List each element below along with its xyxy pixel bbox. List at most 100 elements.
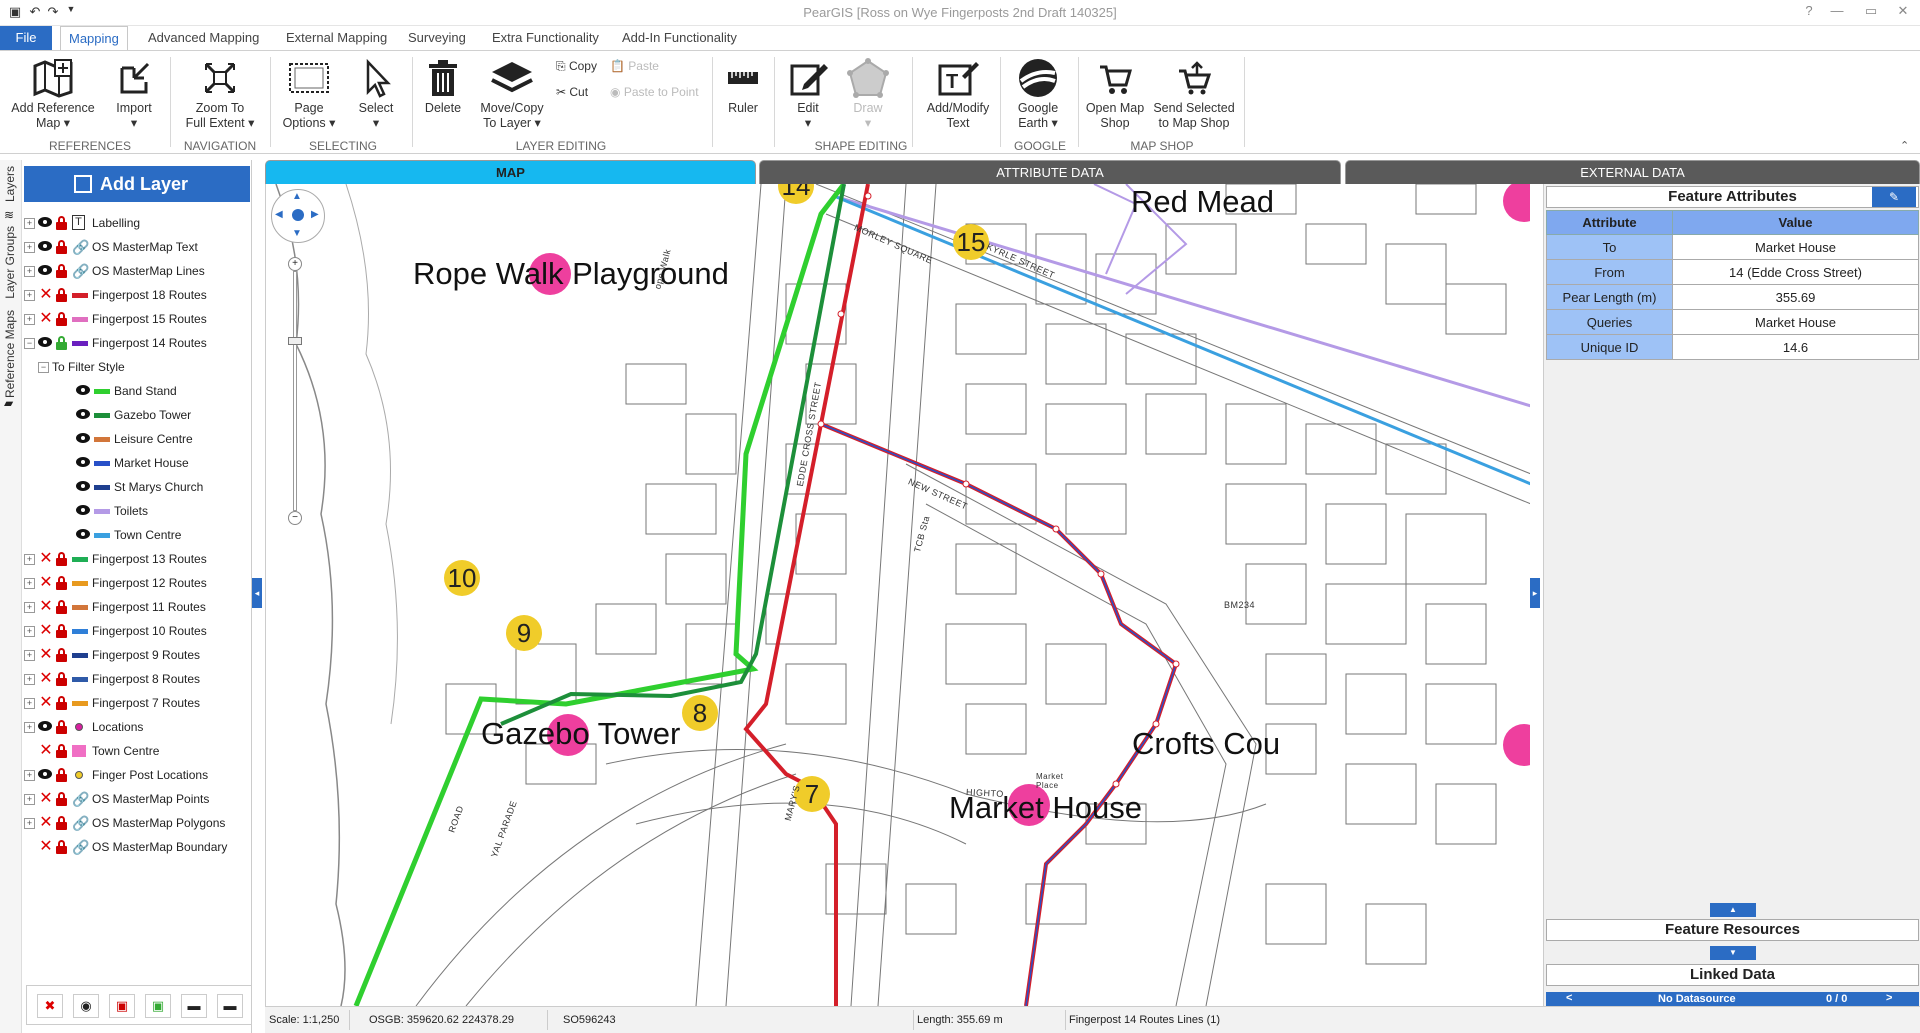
fingerpost-15[interactable]: 15 [953,224,989,260]
visible-eye-icon[interactable] [76,433,90,443]
visible-eye-icon[interactable] [38,217,52,227]
hidden-eye-icon[interactable]: ✕ [38,671,54,687]
layer-row[interactable]: + ✕ Fingerpost 12 Routes [22,574,248,594]
paste-button[interactable]: 📋 Paste [610,59,659,73]
draw-button[interactable]: Draw ▾ [840,55,896,131]
tab-add-in-functionality[interactable]: Add-In Functionality [614,26,745,50]
edit-button[interactable]: Edit ▾ [780,55,836,131]
layer-colors-icon[interactable]: ▬ [217,994,243,1018]
next-record-button[interactable]: > [1886,992,1892,1004]
layer-row[interactable]: + ✕ 🔗 OS MasterMap Points [22,790,248,810]
expand-toggle-icon[interactable]: + [24,578,35,589]
visible-eye-icon[interactable] [76,409,90,419]
unlock-all-icon[interactable]: ▣ [145,994,171,1018]
attribute-value[interactable]: 355.69 [1672,284,1919,310]
lock-icon[interactable] [56,264,67,278]
prev-record-button[interactable]: < [1566,992,1572,1004]
filter-style-item[interactable]: Band Stand [22,382,248,402]
pan-control[interactable]: ▲ ▼ ◀ ▶ [271,189,325,243]
send-selected-to-map-shop-button[interactable]: Send Selected to Map Shop [1150,55,1238,131]
hidden-eye-icon[interactable]: ✕ [38,551,54,567]
expand-toggle-icon[interactable]: + [24,554,35,565]
zoom-out-icon[interactable]: − [288,511,302,525]
select-button[interactable]: Select ▾ [346,55,406,131]
ruler-button[interactable]: Ruler [718,55,768,116]
expand-toggle-icon[interactable]: + [24,314,35,325]
hidden-eye-icon[interactable]: ✕ [38,647,54,663]
lock-icon[interactable] [56,312,67,326]
linked-data-header[interactable]: Linked Data [1546,964,1919,986]
expand-toggle-icon[interactable]: − [38,362,49,373]
visible-eye-icon[interactable] [76,505,90,515]
expand-toggle-icon[interactable]: + [24,770,35,781]
lock-icon[interactable] [56,336,67,350]
tab-external-data[interactable]: EXTERNAL DATA [1345,160,1920,184]
expand-toggle-icon[interactable]: + [24,602,35,613]
page-options-button[interactable]: Page Options ▾ [278,55,340,131]
visible-eye-icon[interactable] [76,529,90,539]
add-layer-button[interactable]: Add Layer [24,166,250,202]
tab-external-mapping[interactable]: External Mapping [278,26,395,50]
layers-tab[interactable]: Layers [3,166,17,202]
zoom-in-icon[interactable]: + [288,257,302,271]
hidden-eye-icon[interactable]: ✕ [38,791,54,807]
hidden-eye-icon[interactable]: ✕ [38,695,54,711]
attribute-value[interactable]: 14.6 [1672,334,1919,360]
import-button[interactable]: Import ▾ [104,55,164,131]
filter-style-item[interactable]: Gazebo Tower [22,406,248,426]
tab-file[interactable]: File [0,26,52,50]
lock-icon[interactable] [56,648,67,662]
layer-row[interactable]: ✕ Town Centre [22,742,248,762]
attribute-value[interactable]: Market House [1672,234,1919,260]
lock-icon[interactable] [56,672,67,686]
hidden-eye-icon[interactable]: ✕ [38,287,54,303]
tab-mapping[interactable]: Mapping [60,26,128,51]
expand-toggle-icon[interactable]: + [24,650,35,661]
layer-row[interactable]: + ✕ Fingerpost 8 Routes [22,670,248,690]
lock-icon[interactable] [56,696,67,710]
edit-attributes-icon[interactable]: ✎ [1872,187,1916,207]
filter-style-item[interactable]: Town Centre [22,526,248,546]
expand-up-icon[interactable]: ▲ [1710,903,1756,917]
layer-row[interactable]: + Locations [22,718,248,738]
close-button[interactable]: ✕ [1892,3,1914,23]
collapse-layer-panel-button[interactable]: ◂ [252,578,262,608]
paste-to-point-button[interactable]: ◉ Paste to Point [610,85,699,99]
hidden-eye-icon[interactable]: ✕ [38,815,54,831]
fingerpost-10[interactable]: 10 [444,560,480,596]
hidden-eye-icon[interactable]: ✕ [38,599,54,615]
attribute-value[interactable]: Market House [1672,309,1919,335]
expand-toggle-icon[interactable]: − [24,338,35,349]
visible-eye-icon[interactable] [38,241,52,251]
layer-row[interactable]: + ✕ Fingerpost 11 Routes [22,598,248,618]
layer-groups-tab[interactable]: Layer Groups [3,226,17,299]
expand-toggle-icon[interactable]: + [24,290,35,301]
tab-advanced-mapping[interactable]: Advanced Mapping [140,26,267,50]
map-canvas[interactable]: Rope Walk Playground Gazebo Tower Red Me… [265,184,1530,1006]
layer-row[interactable]: − To Filter Style [22,358,248,378]
lock-icon[interactable] [56,792,67,806]
lock-icon[interactable] [56,288,67,302]
hidden-eye-icon[interactable]: ✕ [38,311,54,327]
expand-toggle-icon[interactable]: + [24,266,35,277]
layer-row[interactable]: + ✕ Fingerpost 10 Routes [22,622,248,642]
add-modify-text-button[interactable]: T Add/Modify Text [916,55,1000,131]
expand-toggle-icon[interactable]: + [24,794,35,805]
layer-row[interactable]: + ✕ 🔗 OS MasterMap Polygons [22,814,248,834]
delete-button[interactable]: Delete [418,55,468,116]
expand-toggle-icon[interactable]: + [24,698,35,709]
fingerpost-9[interactable]: 9 [506,615,542,651]
tab-extra-functionality[interactable]: Extra Functionality [484,26,607,50]
tab-surveying[interactable]: Surveying [400,26,474,50]
zoom-slider[interactable]: + − [288,257,302,525]
lock-icon[interactable] [56,840,67,854]
layer-row[interactable]: − Fingerpost 14 Routes [22,334,248,354]
lock-icon[interactable] [56,720,67,734]
layer-row[interactable]: + T Labelling [22,214,248,234]
filter-style-item[interactable]: St Marys Church [22,478,248,498]
zoom-thumb[interactable] [288,337,302,345]
zoom-track[interactable] [293,271,297,511]
maximize-button[interactable]: ▭ [1860,3,1882,23]
attribute-row[interactable]: To Market House [1546,234,1919,260]
filter-style-item[interactable]: Leisure Centre [22,430,248,450]
